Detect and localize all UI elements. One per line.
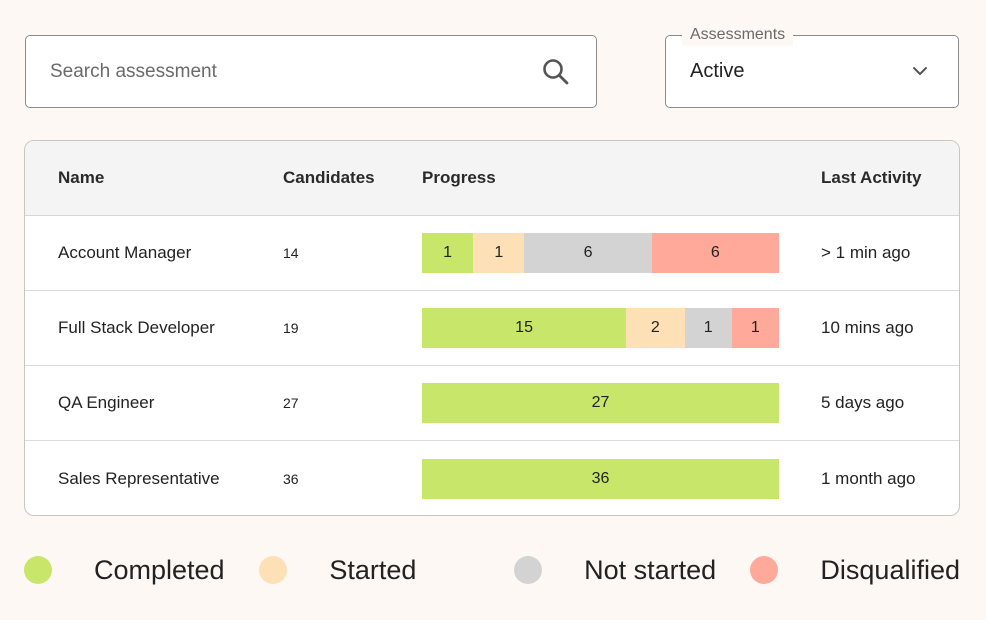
progress-segment-not-started: 6 — [524, 233, 652, 273]
table-header: Name Candidates Progress Last Activity — [25, 141, 959, 216]
progress-segment-started: 2 — [626, 308, 685, 348]
progress-segment-completed: 1 — [422, 233, 474, 273]
search-input[interactable] — [50, 60, 540, 83]
legend-label: Completed — [94, 554, 225, 585]
chevron-down-icon[interactable] — [912, 63, 928, 81]
not-started-dot-icon — [514, 556, 543, 584]
assessments-table: Name Candidates Progress Last Activity A… — [24, 140, 960, 516]
assessments-filter-select[interactable]: Assessments Active — [665, 24, 959, 108]
legend-label: Disqualified — [820, 554, 960, 585]
last-activity: > 1 min ago — [821, 243, 911, 262]
assessment-name[interactable]: Full Stack Developer — [25, 318, 283, 338]
header-candidates[interactable]: Candidates — [283, 168, 422, 188]
progress-segment-disqualified: 6 — [651, 233, 779, 273]
progress-segment-completed: 36 — [422, 458, 779, 499]
table-row[interactable]: QA Engineer 27 27 5 days ago — [25, 366, 959, 441]
progress-bar: 36 — [422, 458, 779, 499]
header-last-activity[interactable]: Last Activity — [821, 168, 959, 188]
last-activity: 10 mins ago — [821, 318, 914, 337]
completed-dot-icon — [24, 556, 52, 584]
table-row[interactable]: Account Manager 14 1 1 6 6 > 1 min ago — [25, 216, 959, 291]
assessment-name[interactable]: QA Engineer — [25, 393, 283, 413]
progress-cell: 1166 — [422, 233, 821, 273]
candidates-count: 36 — [283, 470, 299, 487]
last-activity: 1 month ago — [821, 468, 916, 488]
legend-item-disqualified: Disqualified — [750, 555, 960, 586]
assessment-name[interactable]: Account Manager — [25, 243, 283, 263]
progress-bar: 27 — [422, 383, 779, 423]
assessment-name[interactable]: Sales Representative — [25, 469, 283, 489]
progress-segment-started: 1 — [473, 233, 525, 273]
progress-segment-completed: 27 — [422, 383, 779, 423]
search-field[interactable] — [25, 35, 597, 108]
assessments-filter-value: Active — [690, 60, 745, 82]
candidates-count: 27 — [283, 395, 299, 411]
progress-legend: Completed Started Not started Disqualifi… — [24, 550, 960, 590]
progress-cell: 27 — [422, 383, 821, 423]
table-row[interactable]: Full Stack Developer 19 15 2 1 1 10 mins ago — [25, 291, 959, 366]
progress-bar: 1166 — [422, 233, 779, 273]
disqualified-dot-icon — [750, 556, 779, 584]
candidates-count: 14 — [283, 245, 299, 261]
progress-cell: 15 2 1 1 — [422, 308, 821, 348]
assessments-filter-label: Assessments — [682, 24, 794, 46]
table-row[interactable]: Sales Representative 36 36 1 month ago — [25, 441, 959, 515]
last-activity: 5 days ago — [821, 393, 905, 412]
legend-item-started: Started — [259, 555, 514, 586]
progress-cell: 36 — [422, 458, 821, 499]
legend-item-not-started: Not started — [514, 555, 750, 586]
candidates-count: 19 — [283, 320, 299, 336]
header-progress[interactable]: Progress — [422, 168, 821, 188]
legend-item-completed: Completed — [24, 555, 259, 586]
progress-segment-disqualified: 1 — [731, 308, 779, 348]
legend-label: Started — [329, 554, 417, 585]
progress-segment-completed: 15 — [422, 308, 627, 348]
search-icon[interactable] — [540, 56, 572, 88]
header-name[interactable]: Name — [25, 168, 283, 188]
progress-bar: 15 2 1 1 — [422, 308, 779, 348]
started-dot-icon — [259, 556, 288, 584]
legend-label: Not started — [584, 554, 717, 585]
progress-segment-not-started: 1 — [684, 308, 732, 348]
